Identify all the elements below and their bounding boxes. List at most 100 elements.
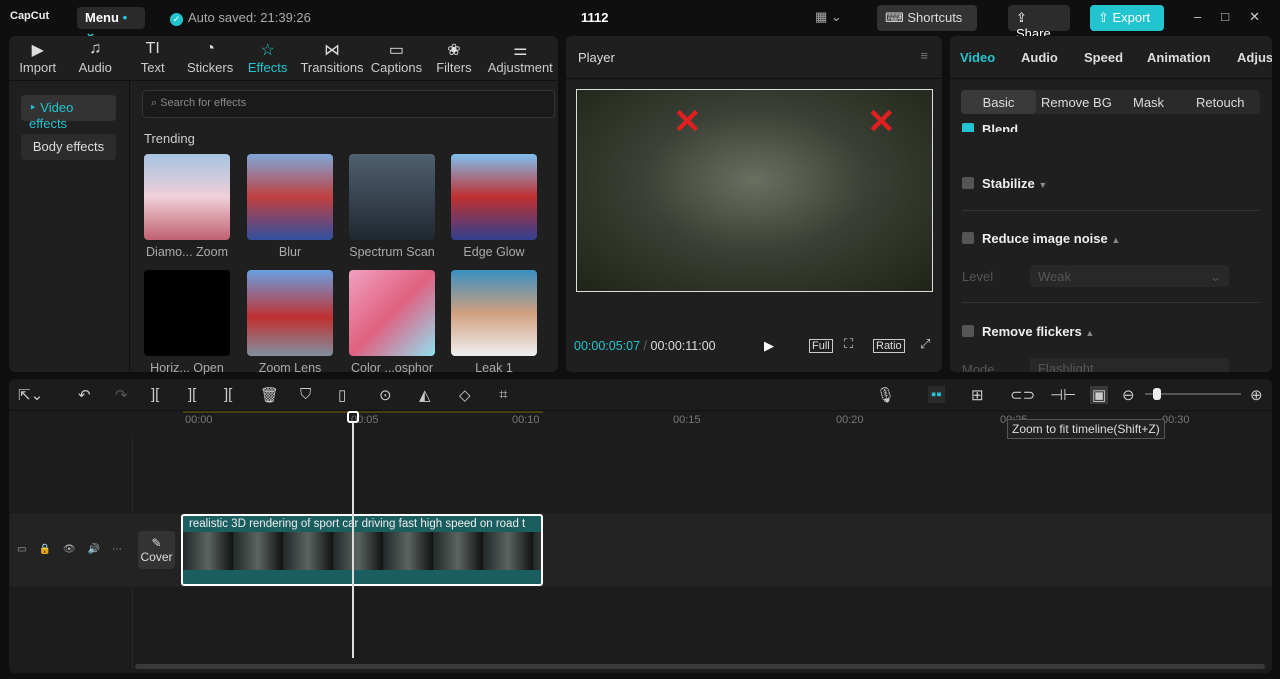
menu-button[interactable]: Menu • ⌄: [77, 7, 145, 40]
auto-snap-icon[interactable]: ⊞: [971, 386, 984, 404]
menu-icon[interactable]: ≡: [920, 48, 928, 63]
tab-transitions[interactable]: ⋈ Transitions: [296, 36, 367, 75]
playhead[interactable]: [352, 422, 354, 658]
tab-label: Video: [960, 50, 996, 65]
audio-icon: ♫: [89, 40, 102, 57]
video-preview[interactable]: ✕ ✕: [576, 89, 933, 292]
preview-axis-icon[interactable]: ⊣⊢: [1050, 386, 1076, 404]
split-icon[interactable]: ][: [151, 386, 159, 403]
split-left-icon[interactable]: ][: [188, 386, 196, 403]
level-select[interactable]: Weak ⌄: [1030, 265, 1229, 287]
category-body-effects[interactable]: Body effects: [21, 134, 116, 160]
blend-checkbox[interactable]: [962, 123, 974, 132]
shortcuts-button[interactable]: ⌨ Shortcuts: [877, 5, 977, 31]
split-right-icon[interactable]: ][: [224, 386, 232, 403]
zoom-out-icon[interactable]: ⊖: [1122, 386, 1135, 404]
blend-row[interactable]: Blend: [962, 122, 1018, 132]
stabilize-row[interactable]: Stabilize ▼: [962, 176, 1047, 191]
play-button[interactable]: ▶: [764, 338, 774, 354]
share-button[interactable]: ⇪ Share: [1008, 5, 1070, 41]
effect-thumb[interactable]: [247, 154, 333, 240]
main-track-magnet-icon[interactable]: ▪▪: [928, 386, 945, 403]
flickers-row[interactable]: Remove flickers ▲: [962, 324, 1094, 339]
effect-thumb[interactable]: [247, 270, 333, 356]
noise-row[interactable]: Reduce image noise ▲: [962, 231, 1120, 246]
layout-icon[interactable]: ▦ ⌄: [815, 9, 842, 25]
tick-label: 00:00: [185, 414, 213, 426]
flickers-checkbox[interactable]: [962, 325, 974, 337]
noise-label: Reduce image noise: [982, 231, 1108, 246]
tab-adjustment[interactable]: ⚌ Adjustment: [483, 36, 558, 75]
select-tool-icon[interactable]: ⇱⌄: [18, 386, 43, 404]
tab-video[interactable]: Video: [960, 50, 995, 65]
horizontal-scrollbar[interactable]: [135, 664, 1265, 669]
zoom-slider-handle[interactable]: [1153, 388, 1161, 400]
fullscreen-icon[interactable]: ⤢: [920, 336, 930, 352]
export-button[interactable]: ⇧ Export: [1090, 5, 1164, 31]
tab-import[interactable]: ▶ Import: [9, 36, 66, 75]
tab-stickers[interactable]: ◔ Stickers: [181, 36, 238, 75]
tab-speed[interactable]: Speed: [1084, 50, 1123, 65]
current-time: 00:00:05:07: [574, 339, 641, 353]
effect-thumb[interactable]: [349, 270, 435, 356]
marker-icon[interactable]: ⛉: [300, 386, 311, 403]
tab-label: Transitions: [300, 60, 364, 75]
freeze-icon[interactable]: ▯: [338, 386, 346, 404]
effect-thumb[interactable]: [144, 154, 230, 240]
edit-icon: ✎: [151, 536, 162, 550]
effect-thumb[interactable]: [349, 154, 435, 240]
tab-effects[interactable]: ☆ Effects: [239, 36, 296, 75]
delete-icon[interactable]: 🗑: [260, 386, 279, 404]
tab-text[interactable]: TI Text: [124, 36, 181, 75]
effect-label: Spectrum Scan: [349, 245, 435, 259]
stabilize-checkbox[interactable]: [962, 177, 974, 189]
tab-filters[interactable]: ❀ Filters: [425, 36, 482, 75]
subtab-remove-bg[interactable]: Remove BG: [1041, 95, 1112, 110]
subtab-retouch[interactable]: Retouch: [1196, 95, 1244, 110]
effects-search-input[interactable]: ⌕ Search for effects: [142, 90, 555, 118]
reverse-icon[interactable]: ⊙: [379, 386, 392, 404]
media-panel: ▶ Import ♫ Audio TI Text ◔ Stickers ☆ Effects…: [9, 36, 558, 375]
full-button[interactable]: Full: [809, 339, 833, 353]
mode-select[interactable]: Flashlight: [1030, 358, 1229, 372]
tab-label: Text: [140, 60, 165, 75]
category-label: Video effects: [29, 100, 74, 131]
section-trending: Trending: [144, 131, 195, 146]
clip-title: realistic 3D rendering of sport car driv…: [189, 518, 526, 530]
subtabs: Basic Remove BG Mask Retouch: [961, 90, 1260, 114]
microphone-icon[interactable]: 🎙: [876, 386, 895, 404]
tab-label: Animation: [1147, 50, 1211, 65]
ratio-button[interactable]: Ratio: [873, 339, 905, 353]
effect-thumb[interactable]: [451, 270, 537, 356]
effect-label: Horiz... Open: [150, 361, 224, 375]
redo-icon[interactable]: ↷: [115, 386, 128, 404]
window-controls[interactable]: –□✕: [1194, 9, 1280, 25]
tab-adjustment-inspector[interactable]: Adjus: [1237, 50, 1272, 65]
zoom-slider[interactable]: [1145, 388, 1241, 400]
tab-audio-inspector[interactable]: Audio: [1021, 50, 1058, 65]
effect-thumb[interactable]: [144, 270, 230, 356]
rotate-icon[interactable]: ◇: [459, 386, 471, 404]
undo-icon[interactable]: ↶: [78, 386, 91, 404]
link-icon[interactable]: ⊂⊃: [1010, 386, 1035, 404]
zoom-in-icon[interactable]: ⊕: [1250, 386, 1263, 404]
category-video-effects[interactable]: ‣ Video effects: [21, 95, 116, 131]
zoom-fit-icon[interactable]: ▣: [1090, 386, 1109, 404]
subtab-mask[interactable]: Mask: [1133, 95, 1164, 110]
effect-thumb[interactable]: [451, 154, 537, 240]
tab-audio[interactable]: ♫ Audio: [66, 36, 123, 75]
cover-button[interactable]: ✎ Cover: [138, 531, 175, 569]
transitions-icon: ⋈: [324, 42, 341, 59]
search-placeholder: Search for effects: [160, 97, 247, 109]
video-clip[interactable]: realistic 3D rendering of sport car driv…: [181, 514, 543, 586]
stabilize-label: Stabilize: [982, 176, 1035, 191]
track-controls[interactable]: ▭🔒👁🔊⋯: [17, 544, 134, 555]
tab-animation[interactable]: Animation: [1147, 50, 1211, 65]
tab-captions[interactable]: ▭ Captions: [368, 36, 425, 75]
subtab-basic[interactable]: Basic: [961, 90, 1036, 114]
noise-checkbox[interactable]: [962, 232, 974, 244]
crop-icon[interactable]: ⌗: [499, 386, 507, 403]
mirror-icon[interactable]: ◭: [419, 386, 431, 404]
tab-label: Audio: [1021, 50, 1058, 65]
fit-icon[interactable]: ⛶: [844, 336, 853, 352]
